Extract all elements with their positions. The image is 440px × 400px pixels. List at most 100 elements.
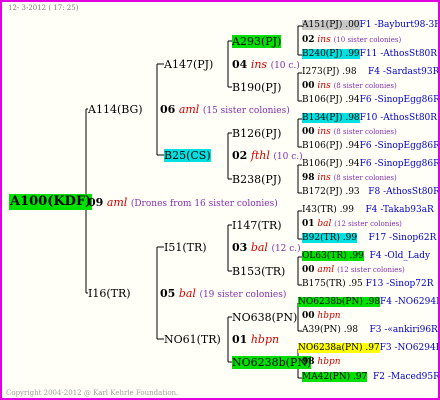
gen1-year-0: 06 bbox=[160, 103, 176, 116]
gen4-line1-4: I43(TR) .99 F4 -Takab93aR bbox=[302, 205, 434, 216]
gen4-id-6[interactable]: NO6238b(PN) .98 bbox=[298, 297, 381, 307]
gen4-drone-origin-0: F11 -AthosSt80R bbox=[359, 49, 438, 59]
gen2-info-2: 03 bal (12 c.) bbox=[232, 241, 301, 255]
gen2-country-2: bal bbox=[250, 241, 268, 254]
gen4-line1-6: NO6238b(PN) .98F4 -NO6294R bbox=[298, 297, 440, 308]
gen3-id-2[interactable]: B126(PJ) bbox=[232, 127, 281, 140]
gen2-id-2[interactable]: I51(TR) bbox=[164, 241, 207, 254]
gen2-note-1: (10 c.) bbox=[273, 152, 303, 162]
gen4-origin-4: F4 -Takab93aR bbox=[365, 205, 434, 215]
gen4-line1-5: OL63(TR) .99 F4 -Old_Lady bbox=[302, 251, 430, 262]
gen1-country-1: bal bbox=[178, 287, 196, 300]
gen4-drone-id-6[interactable]: A39(PN) .98 bbox=[302, 325, 358, 335]
gen4-line1-2: B134(PJ) .98F10 -AthosSt80R bbox=[302, 113, 437, 124]
gen4-line3-5: B175(TR) .95 F13 -Sinop72R bbox=[302, 279, 434, 290]
gen4-drone-id-0[interactable]: B240(PJ) .99 bbox=[302, 49, 360, 59]
gen3-id-3[interactable]: B238(PJ) bbox=[232, 173, 281, 186]
gen4-year-0: 02 bbox=[302, 35, 315, 45]
gen4-origin-7: F3 -NO6294R bbox=[379, 343, 440, 353]
root-year: 09 bbox=[88, 196, 104, 209]
gen4-drone-id-2[interactable]: B106(PJ) .94 bbox=[302, 141, 360, 151]
gen2-country-0: ins bbox=[250, 58, 268, 71]
gen4-origin-5: F4 -Old_Lady bbox=[369, 251, 431, 261]
gen2-info-0: 04 ins (10 c.) bbox=[232, 58, 300, 72]
root-queen-id[interactable]: A100(KDF) bbox=[9, 194, 93, 210]
gen4-mid-0: 02 ins (10 sister colonies) bbox=[302, 35, 401, 46]
gen4-origin-3: F6 -SinopEgg86R bbox=[359, 159, 440, 169]
gen4-mid-1: 00 ins (8 sister colonies) bbox=[302, 81, 397, 92]
gen4-year-7: 98 bbox=[302, 357, 315, 367]
gen4-country-7: hbpn bbox=[317, 357, 341, 367]
gen3-id-5[interactable]: B153(TR) bbox=[232, 265, 285, 278]
gen4-line1-1: I273(PJ) .98 F4 -Sardast93R bbox=[302, 67, 440, 78]
gen3-id-7[interactable]: NO6238b(PN) bbox=[232, 356, 312, 369]
gen4-year-4: 01 bbox=[302, 219, 315, 229]
gen1-id-1[interactable]: I16(TR) bbox=[88, 287, 131, 300]
gen2-year-3: 01 bbox=[232, 333, 248, 346]
gen4-mid-3: 98 ins (8 sister colonies) bbox=[302, 173, 397, 184]
gen4-origin-1: F4 -Sardast93R bbox=[368, 67, 440, 77]
gen4-note-4: (12 sister colonies) bbox=[334, 220, 402, 228]
gen4-drone-id-1[interactable]: B106(PJ) .94 bbox=[302, 95, 360, 105]
gen4-drone-origin-7: F2 -Maced95R bbox=[373, 372, 440, 382]
gen2-id-3[interactable]: NO61(TR) bbox=[164, 333, 221, 346]
gen4-country-5: aml bbox=[317, 265, 335, 275]
gen3-id-4[interactable]: I147(TR) bbox=[232, 219, 282, 232]
gen1-note-0: (15 sister colonies) bbox=[202, 106, 290, 116]
gen2-note-0: (10 c.) bbox=[270, 61, 300, 71]
gen2-year-0: 04 bbox=[232, 58, 248, 71]
gen4-id-2[interactable]: B134(PJ) .98 bbox=[302, 113, 360, 123]
gen4-country-6: hbpn bbox=[317, 311, 341, 321]
gen4-origin-0: F1 -Bayburt98-3R bbox=[359, 20, 440, 30]
gen4-drone-origin-4: F17 -Sinop62R bbox=[368, 233, 437, 243]
gen4-origin-6: F4 -NO6294R bbox=[380, 297, 440, 307]
gen4-drone-origin-3: F8 -AthosSt80R bbox=[368, 187, 440, 197]
gen4-mid-6: 00 hbpn bbox=[302, 311, 341, 322]
gen4-line3-2: B106(PJ) .94F6 -SinopEgg86R bbox=[302, 141, 440, 152]
gen4-id-7[interactable]: NO6238a(PN) .97 bbox=[298, 343, 380, 353]
gen2-id-1[interactable]: B25(CS) bbox=[164, 149, 211, 162]
gen4-note-3: (8 sister colonies) bbox=[333, 174, 397, 182]
gen4-drone-id-7[interactable]: MA42(PN) .97 bbox=[302, 372, 368, 382]
gen4-note-5: (12 sister colonies) bbox=[337, 266, 405, 274]
gen3-id-6[interactable]: NO638(PN) bbox=[232, 311, 297, 324]
gen4-mid-4: 01 bal (12 sister colonies) bbox=[302, 219, 402, 230]
root-note: (Drones from 16 sister colonies) bbox=[130, 199, 278, 209]
gen4-id-4[interactable]: I43(TR) .99 bbox=[302, 205, 354, 215]
gen2-id-0[interactable]: A147(PJ) bbox=[164, 58, 213, 71]
gen4-line1-0: A151(PJ) .00F1 -Bayburt98-3R bbox=[302, 20, 440, 31]
gen4-mid-5: 00 aml (12 sister colonies) bbox=[302, 265, 405, 276]
gen4-line1-3: B106(PJ) .94F6 -SinopEgg86R bbox=[302, 159, 440, 170]
gen1-info-0: 06 aml (15 sister colonies) bbox=[160, 103, 290, 117]
gen4-drone-id-4[interactable]: B92(TR) .99 bbox=[302, 233, 358, 243]
gen4-drone-origin-2: F6 -SinopEgg86R bbox=[359, 141, 440, 151]
gen1-info-1: 05 bal (19 sister colonies) bbox=[160, 287, 286, 301]
pedigree-frame: 12- 3-2012 ( 17: 25) A100(KDF) 09 aml (D… bbox=[0, 0, 440, 400]
gen4-drone-id-3[interactable]: B172(PJ) .93 bbox=[302, 187, 360, 197]
gen1-year-1: 05 bbox=[160, 287, 176, 300]
gen4-drone-id-5[interactable]: B175(TR) .95 bbox=[302, 279, 363, 289]
gen2-year-1: 02 bbox=[232, 149, 248, 162]
gen1-id-0[interactable]: A114(BG) bbox=[88, 103, 143, 116]
gen4-year-3: 98 bbox=[302, 173, 315, 183]
gen1-note-1: (19 sister colonies) bbox=[199, 290, 287, 300]
gen4-country-1: ins bbox=[317, 81, 331, 91]
gen4-line3-0: B240(PJ) .99F11 -AthosSt80R bbox=[302, 49, 437, 60]
gen4-origin-2: F10 -AthosSt80R bbox=[359, 113, 438, 123]
gen4-year-6: 00 bbox=[302, 311, 315, 321]
gen4-id-0[interactable]: A151(PJ) .00 bbox=[302, 20, 360, 30]
gen2-country-3: hbpn bbox=[250, 333, 280, 346]
gen3-id-1[interactable]: B190(PJ) bbox=[232, 81, 281, 94]
gen4-year-5: 00 bbox=[302, 265, 315, 275]
gen4-id-1[interactable]: I273(PJ) .98 bbox=[302, 67, 357, 77]
gen4-country-0: ins bbox=[317, 35, 331, 45]
gen4-mid-7: 98 hbpn bbox=[302, 357, 341, 368]
gen4-line3-7: MA42(PN) .97 F2 -Maced95R bbox=[302, 372, 440, 383]
gen4-drone-origin-1: F6 -SinopEgg86R bbox=[359, 95, 440, 105]
gen4-mid-2: 00 ins (8 sister colonies) bbox=[302, 127, 397, 138]
gen4-country-3: ins bbox=[317, 173, 331, 183]
gen3-id-0[interactable]: A293(PJ) bbox=[232, 35, 282, 48]
gen4-line3-1: B106(PJ) .94F6 -SinopEgg86R bbox=[302, 95, 440, 106]
gen4-id-3[interactable]: B106(PJ) .94 bbox=[302, 159, 360, 169]
gen4-id-5[interactable]: OL63(TR) .99 bbox=[302, 251, 364, 261]
